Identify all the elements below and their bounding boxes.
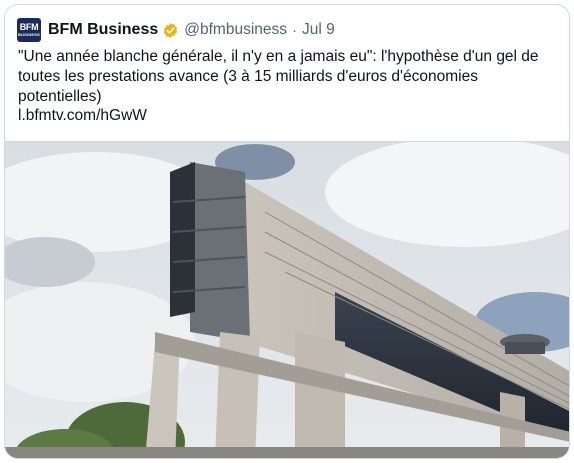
tweet-date[interactable]: Jul 9 (302, 21, 335, 39)
avatar-logo-text: BFM (19, 22, 39, 32)
tweet-header: BFM BUSINESS BFM Business @bfmbusiness ·… (17, 17, 335, 43)
tweet-text: "Une année blanche générale, il n'y en a… (18, 48, 539, 105)
tweet-link[interactable]: l.bfmtv.com/hGwW (18, 107, 147, 125)
avatar[interactable]: BFM BUSINESS (17, 18, 41, 42)
tweet-card[interactable]: BFM BUSINESS BFM Business @bfmbusiness ·… (4, 4, 570, 459)
display-name[interactable]: BFM Business (48, 21, 158, 39)
handle[interactable]: @bfmbusiness (184, 21, 287, 39)
separator-dot: · (292, 21, 297, 39)
ministry-building-photo (5, 142, 569, 458)
verified-badge-icon (162, 22, 179, 39)
tweet-image[interactable] (5, 141, 569, 458)
avatar-logo-subtext: BUSINESS (17, 32, 41, 37)
